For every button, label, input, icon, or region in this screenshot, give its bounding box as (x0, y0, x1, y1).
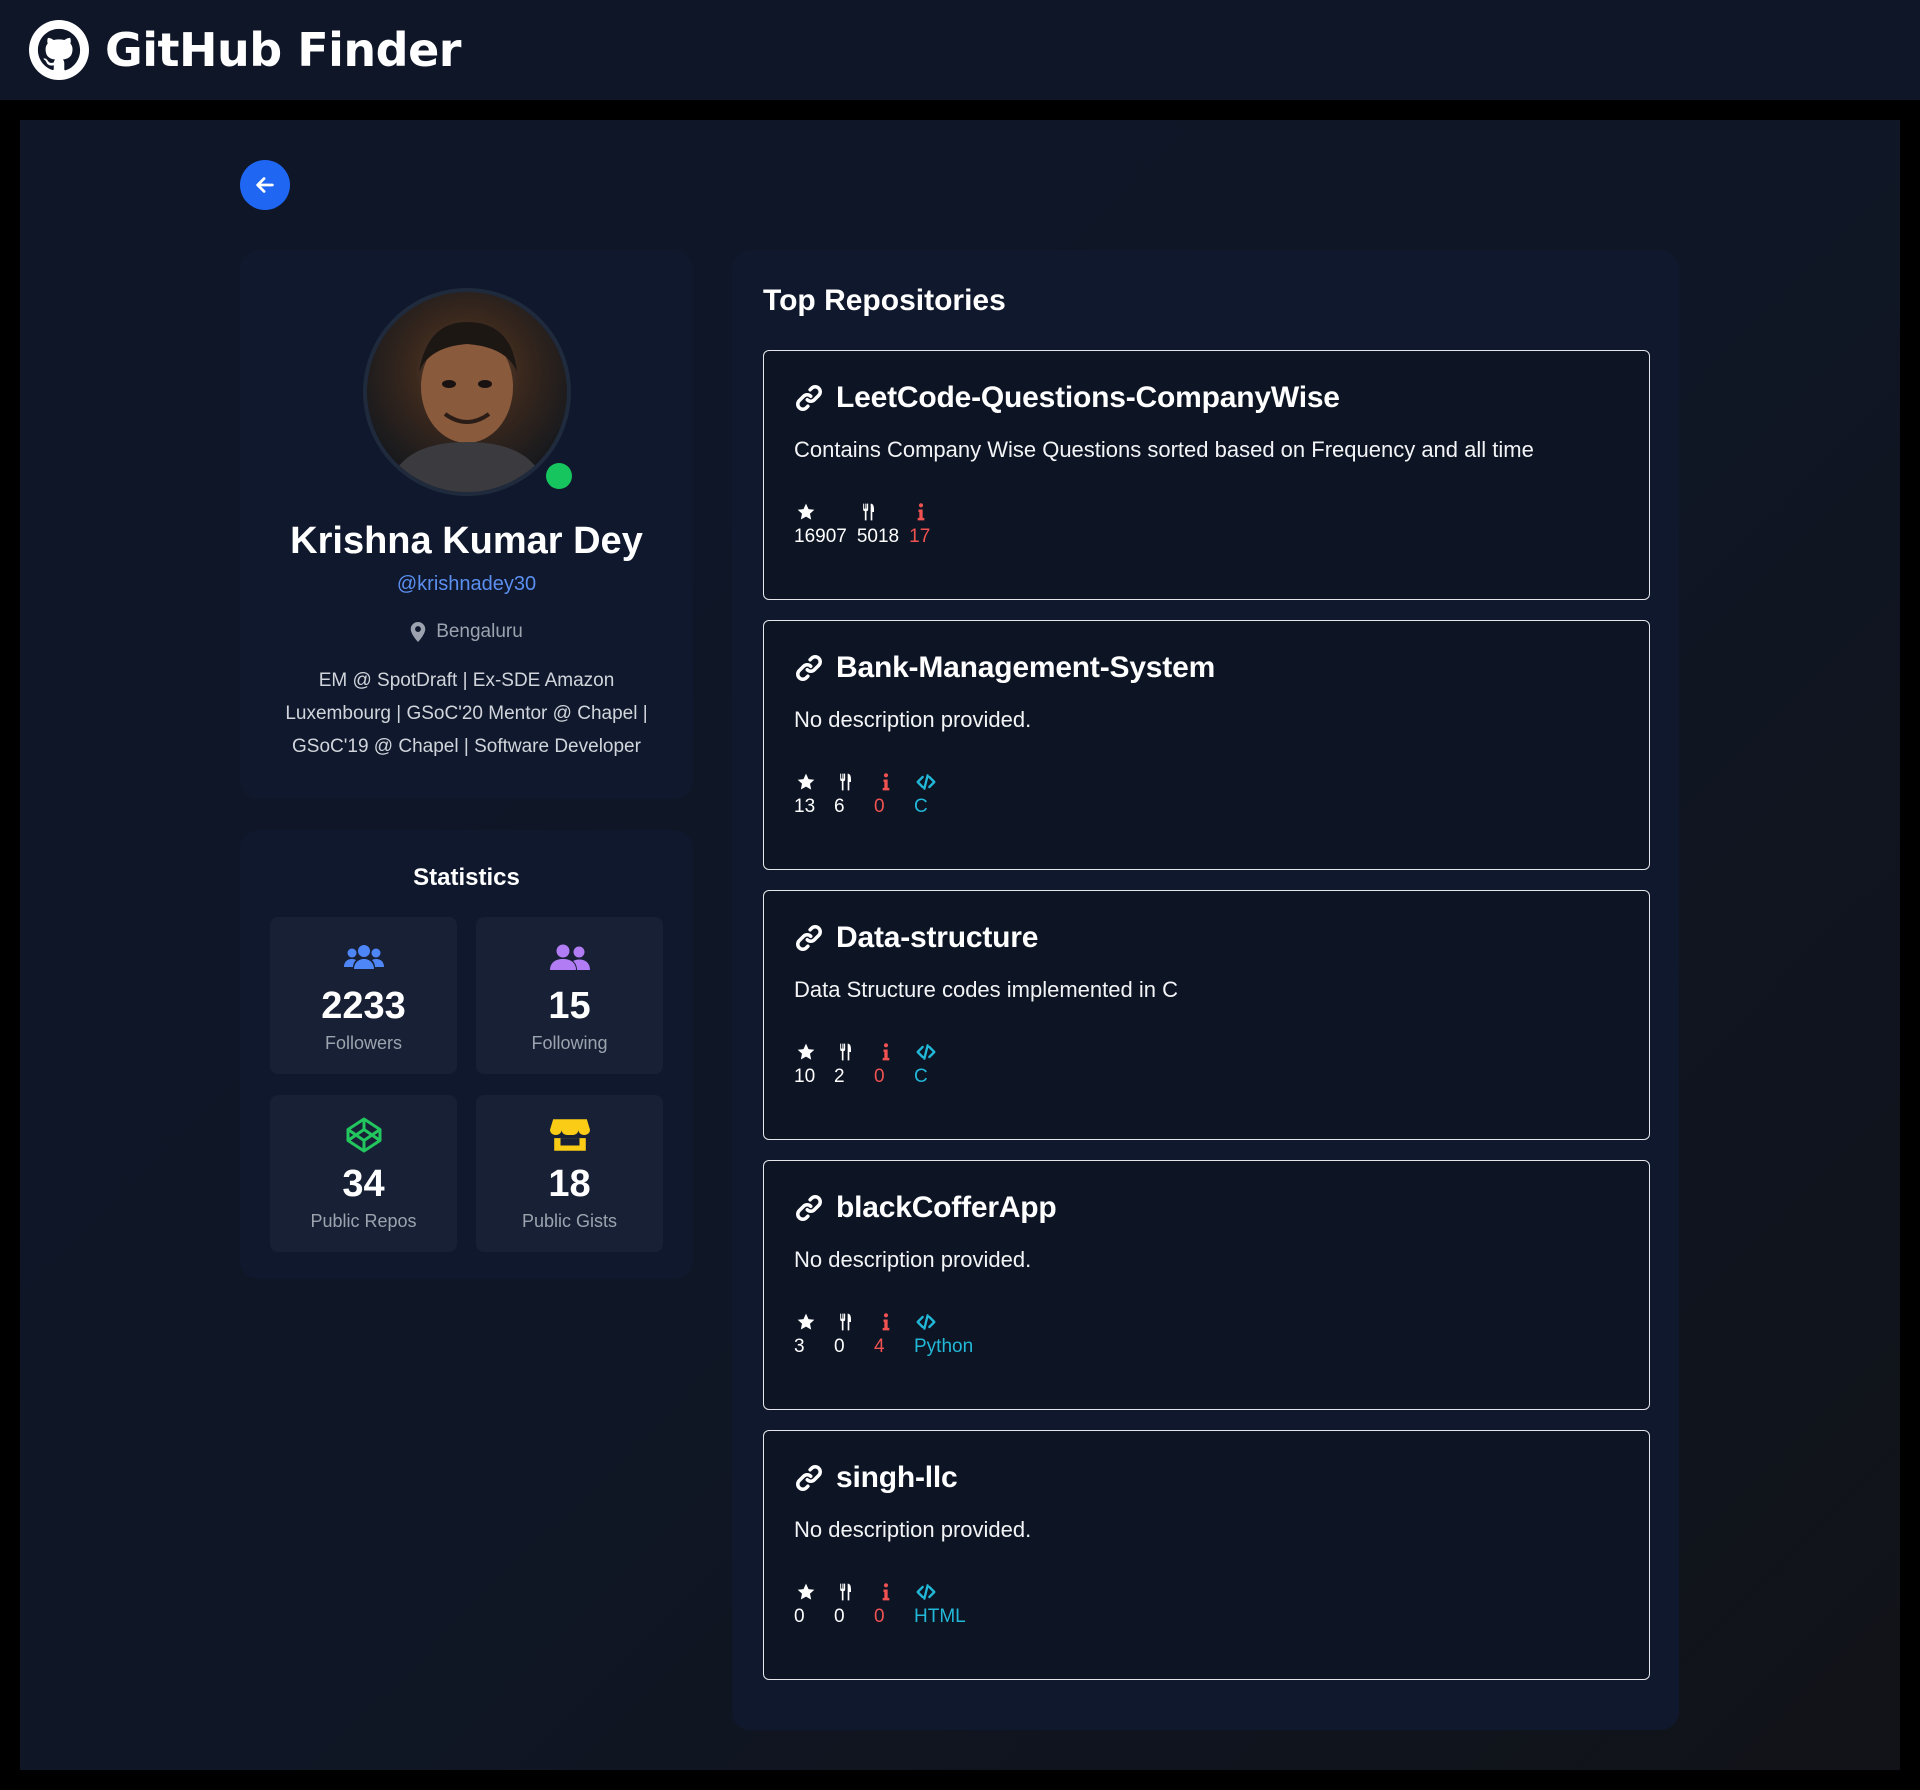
repo-name[interactable]: Data-structure (836, 921, 1038, 955)
repo-language: Python (914, 1336, 974, 1357)
repo-meta: 10 2 0 C (794, 1041, 944, 1088)
repo-stars: 0 (794, 1606, 805, 1627)
map-pin-icon (410, 622, 426, 642)
back-button[interactable] (240, 160, 290, 210)
repo-language: C (914, 796, 928, 817)
followers-label: Followers (324, 1033, 403, 1053)
followers-count: 2233 (321, 985, 406, 1027)
repo-item[interactable]: Data-structure Data Structure codes impl… (763, 890, 1650, 1140)
online-status-indicator (546, 463, 572, 489)
repo-item[interactable]: Bank-Management-System No description pr… (763, 620, 1650, 870)
repositories-title: Top Repositories (763, 284, 1006, 317)
avatar (363, 288, 571, 496)
repo-description: Data Structure codes implemented in C (794, 977, 1178, 1002)
link-icon (796, 1465, 822, 1491)
user-friends-icon (476, 939, 663, 975)
repo-name[interactable]: blackCofferApp (836, 1191, 1057, 1225)
repo-language: C (914, 1066, 928, 1087)
repo-issues: 4 (874, 1336, 885, 1357)
repo-name[interactable]: LeetCode-Questions-CompanyWise (836, 381, 1340, 415)
public-repos-label: Public Repos (310, 1211, 417, 1231)
repo-meta: 16907 5018 17 (794, 501, 939, 548)
repo-issues: 0 (874, 796, 885, 817)
profile-name: Krishna Kumar Dey (290, 520, 643, 562)
profile-card: Krishna Kumar Dey @krishnadey30 Bengalur… (240, 250, 693, 799)
star-icon (794, 1581, 816, 1603)
code-icon (914, 771, 936, 793)
repo-forks: 5018 (856, 526, 900, 547)
repo-item[interactable]: blackCofferApp No description provided. … (763, 1160, 1650, 1410)
code-icon (914, 1041, 936, 1063)
store-icon (476, 1117, 663, 1153)
repo-item[interactable]: singh-llc No description provided. 0 0 0 (763, 1430, 1650, 1680)
repo-issues: 17 (909, 526, 931, 547)
repo-meta: 0 0 0 HTML (794, 1581, 966, 1628)
main-panel: Krishna Kumar Dey @krishnadey30 Bengalur… (20, 120, 1900, 1770)
location-text: Bengaluru (436, 621, 523, 642)
public-gists-count: 18 (548, 1163, 591, 1205)
profile-handle[interactable]: @krishnadey30 (240, 573, 693, 596)
utensils-icon (834, 1041, 856, 1063)
statistics-title: Statistics (413, 864, 520, 891)
stat-public-repos: 34 Public Repos (270, 1095, 457, 1252)
code-icon (914, 1311, 936, 1333)
stat-following: 15 Following (476, 917, 663, 1074)
stat-followers: 2233 Followers (270, 917, 457, 1074)
repo-forks: 0 (834, 1336, 845, 1357)
repo-name[interactable]: singh-llc (836, 1461, 958, 1495)
repo-description: No description provided. (794, 1517, 1032, 1542)
arrow-left-icon (256, 177, 274, 193)
info-icon (874, 1311, 896, 1333)
repo-forks: 6 (834, 796, 845, 817)
repo-forks: 0 (834, 1606, 845, 1627)
utensils-icon (834, 1581, 856, 1603)
repo-language: HTML (914, 1606, 966, 1627)
utensils-icon (857, 501, 879, 523)
profile-location: Bengaluru (240, 621, 693, 643)
link-icon (796, 925, 822, 951)
code-icon (914, 1581, 936, 1603)
codepen-icon (270, 1117, 457, 1153)
following-label: Following (531, 1033, 608, 1053)
star-icon (794, 771, 816, 793)
link-icon (796, 655, 822, 681)
repo-meta: 13 6 0 C (794, 771, 944, 818)
public-gists-label: Public Gists (521, 1211, 618, 1231)
repo-description: No description provided. (794, 707, 1032, 732)
repo-description: No description provided. (794, 1247, 1032, 1272)
info-icon (874, 771, 896, 793)
star-icon (794, 501, 816, 523)
utensils-icon (834, 771, 856, 793)
stat-public-gists: 18 Public Gists (476, 1095, 663, 1252)
star-icon (794, 1041, 816, 1063)
public-repos-count: 34 (342, 1163, 385, 1205)
repo-stars: 3 (794, 1336, 805, 1357)
repo-stars: 16907 (794, 526, 847, 547)
repo-forks: 2 (834, 1066, 845, 1087)
github-icon[interactable] (29, 20, 89, 80)
repo-item[interactable]: LeetCode-Questions-CompanyWise Contains … (763, 350, 1650, 600)
repo-stars: 10 (794, 1066, 816, 1087)
repo-meta: 3 0 4 Python (794, 1311, 973, 1358)
info-icon (874, 1581, 896, 1603)
info-icon (874, 1041, 896, 1063)
repo-stars: 13 (794, 796, 816, 817)
repo-description: Contains Company Wise Questions sorted b… (794, 437, 1534, 462)
utensils-icon (834, 1311, 856, 1333)
users-icon (270, 939, 457, 975)
statistics-card: Statistics 2233 Followers 15 Following 3… (240, 830, 693, 1279)
repo-issues: 0 (874, 1066, 885, 1087)
link-icon (796, 385, 822, 411)
star-icon (794, 1311, 816, 1333)
repositories-card: Top Repositories LeetCode-Questions-Comp… (732, 250, 1679, 1730)
app-header: GitHub Finder (0, 0, 1920, 100)
repo-issues: 0 (874, 1606, 885, 1627)
info-icon (909, 501, 931, 523)
following-count: 15 (548, 985, 591, 1027)
profile-bio: EM @ SpotDraft | Ex-SDE Amazon Luxembour… (285, 670, 648, 757)
repo-name[interactable]: Bank-Management-System (836, 651, 1215, 685)
app-title: GitHub Finder (105, 23, 461, 77)
link-icon (796, 1195, 822, 1221)
